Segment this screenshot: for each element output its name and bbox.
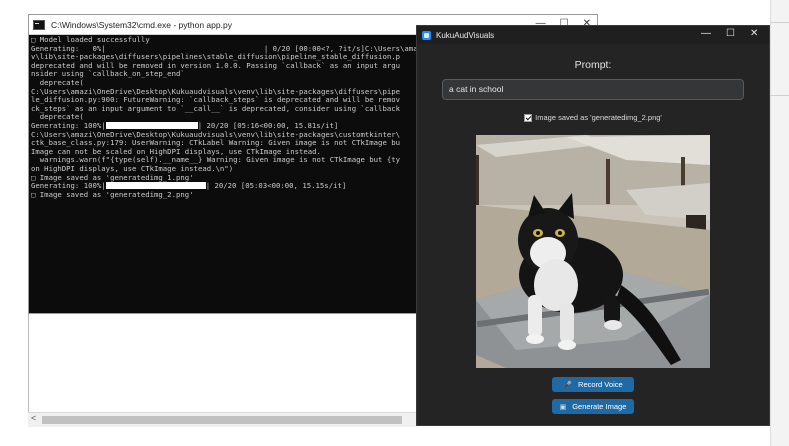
prompt-input[interactable]: a cat in school [442,79,744,100]
maximize-button[interactable]: ☐ [726,28,735,40]
horizontal-scrollbar[interactable]: < [28,412,416,427]
background-window-strip [770,0,789,446]
background-window-pane [28,314,417,426]
image-icon: ▣ [559,403,567,411]
record-voice-label: Record Voice [578,380,623,389]
terminal-icon [33,19,45,30]
saved-status: Image saved as 'generatedimg_2.png' [417,113,769,122]
progress-bar [105,182,206,190]
scroll-left-arrow[interactable]: < [31,413,36,423]
microphone-icon: 🎤 [563,381,573,389]
strip-divider [771,95,789,96]
prompt-label: Prompt: [574,59,612,71]
strip-divider [771,22,789,23]
generate-image-button[interactable]: ▣ Generate Image [552,399,634,414]
app-logo-icon [422,30,431,40]
minimize-button[interactable]: — [701,28,711,40]
record-voice-button[interactable]: 🎤 Record Voice [552,377,634,392]
scrollbar-thumb[interactable] [42,416,402,424]
generated-image [476,135,710,368]
progress-suffix: | 20/20 [05:03<00:00, 15.15s/it] [205,181,347,191]
progress-prefix: Generating: 100%| [31,181,106,191]
cmd-window-title: C:\Windows\System32\cmd.exe - python app… [51,19,232,30]
progress-bar [105,121,198,129]
generate-image-label: Generate Image [572,402,627,411]
app-titlebar[interactable]: KukuAudVisuals — ☐ ✕ [417,26,769,44]
kukuaudvisuals-window[interactable]: KukuAudVisuals — ☐ ✕ Prompt: a cat in sc… [416,25,770,426]
app-window-title: KukuAudVisuals [436,30,495,40]
progress-prefix: Generating: 100%| [31,120,106,130]
close-button[interactable]: ✕ [750,28,758,40]
saved-status-text: Image saved as 'generatedimg_2.png' [535,113,662,122]
progress-suffix: | 20/20 [05:16<00:00, 15.81s/it] [197,120,339,130]
saved-checkbox[interactable] [524,113,533,122]
